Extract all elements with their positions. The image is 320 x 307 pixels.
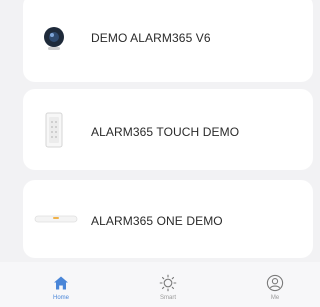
sun-icon [157, 272, 179, 294]
tab-me[interactable]: Me [245, 262, 305, 307]
device-card-one-demo[interactable]: ALARM365 ONE DEMO [23, 180, 313, 258]
device-card-touch-demo[interactable]: ALARM365 TOUCH DEMO [23, 89, 313, 170]
touch-panel-icon [43, 112, 65, 148]
tab-label: Home [52, 295, 69, 301]
tab-label: Smart [159, 295, 176, 301]
device-name: DEMO ALARM365 V6 [91, 31, 211, 45]
home-icon [50, 272, 72, 294]
tab-home[interactable]: Home [31, 262, 91, 307]
tab-smart[interactable]: Smart [138, 262, 198, 307]
device-name: ALARM365 ONE DEMO [91, 214, 223, 228]
tab-label: Me [270, 295, 280, 301]
device-list-screen: DEMO ALARM365 V6 ALARM365 TOUCH DEMO ALA… [0, 0, 320, 307]
device-name: ALARM365 TOUCH DEMO [91, 125, 240, 139]
camera-icon [41, 25, 67, 51]
bottom-tab-bar: Home Smart Me [0, 262, 320, 307]
hub-device-icon [34, 213, 78, 225]
device-card-alarm365-v6[interactable]: DEMO ALARM365 V6 [23, 0, 313, 82]
user-icon [264, 272, 286, 294]
